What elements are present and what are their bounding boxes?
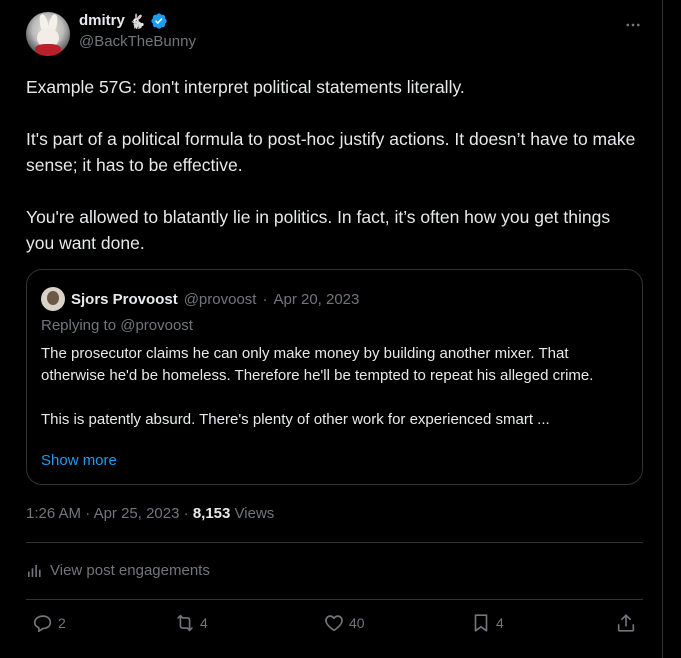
tweet-time[interactable]: 1:26 AM <box>26 505 81 522</box>
rabbit-emoji-icon: 🐇 <box>128 12 147 29</box>
bookmark-count: 4 <box>496 615 504 631</box>
author-name-row: dmitry 🐇 <box>79 12 196 31</box>
heart-icon <box>325 615 343 632</box>
quoted-paragraph: The prosecutor claims he can only make m… <box>41 345 594 384</box>
view-engagements-label: View post engagements <box>50 562 210 579</box>
bookmark-icon <box>474 614 488 632</box>
tweet-paragraph: Example 57G: don't interpret political s… <box>26 77 465 97</box>
share-icon <box>617 614 635 632</box>
quoted-tweet[interactable]: Sjors Provoost @provoost · Apr 20, 2023 … <box>26 269 643 485</box>
share-button[interactable] <box>615 612 637 634</box>
like-count: 40 <box>349 615 365 631</box>
author-avatar[interactable] <box>26 12 70 56</box>
reply-button[interactable]: 2 <box>32 612 66 634</box>
show-more-link[interactable]: Show more <box>41 452 117 469</box>
tweet-metadata: 1:26 AM · Apr 25, 2023 · 8,153 Views <box>26 505 274 522</box>
quoted-date: Apr 20, 2023 <box>273 290 360 308</box>
verified-badge-icon[interactable] <box>150 12 168 30</box>
repost-button[interactable]: 4 <box>174 612 208 634</box>
repost-icon <box>177 614 193 632</box>
tweet-text: Example 57G: don't interpret political s… <box>26 74 641 282</box>
quoted-paragraph: This is patently absurd. There's plenty … <box>41 411 550 428</box>
tweet-header: dmitry 🐇 @BackTheBunny <box>26 12 196 56</box>
reply-count: 2 <box>58 615 66 631</box>
author-display-name[interactable]: dmitry <box>79 12 125 31</box>
repost-count: 4 <box>200 615 208 631</box>
quoted-author-name: Sjors Provoost <box>71 290 178 308</box>
bookmark-button[interactable]: 4 <box>470 612 504 634</box>
views-label: Views <box>234 505 275 522</box>
analytics-icon <box>28 564 41 577</box>
quoted-tweet-text: The prosecutor claims he can only make m… <box>41 343 631 431</box>
quoted-separator: · <box>262 290 268 308</box>
divider <box>26 599 643 600</box>
more-horizontal-icon[interactable] <box>624 16 642 38</box>
view-engagements-link[interactable]: View post engagements <box>26 562 210 579</box>
reply-icon <box>33 615 52 632</box>
quoted-replying-to: Replying to @provoost <box>41 317 193 334</box>
divider <box>26 542 643 543</box>
tweet-date[interactable]: Apr 25, 2023 <box>94 505 180 522</box>
tweet-paragraph: It's part of a political formula to post… <box>26 129 636 175</box>
author-names: dmitry 🐇 @BackTheBunny <box>79 12 196 52</box>
avatar-scarf <box>35 44 61 56</box>
author-handle[interactable]: @BackTheBunny <box>79 33 196 52</box>
quoted-author-avatar <box>41 287 65 311</box>
tweet-paragraph: You're allowed to blatantly lie in polit… <box>26 207 611 253</box>
quoted-tweet-header: Sjors Provoost @provoost · Apr 20, 2023 <box>41 287 359 311</box>
meta-separator: · <box>183 505 193 522</box>
quoted-author-handle: @provoost <box>183 290 257 308</box>
tweet-detail: dmitry 🐇 @BackTheBunny Example 57G: don'… <box>0 0 663 658</box>
action-bar: 2 4 40 4 <box>26 612 643 642</box>
meta-separator: · <box>85 505 94 522</box>
like-button[interactable]: 40 <box>323 612 365 634</box>
views-count: 8,153 <box>192 505 231 522</box>
